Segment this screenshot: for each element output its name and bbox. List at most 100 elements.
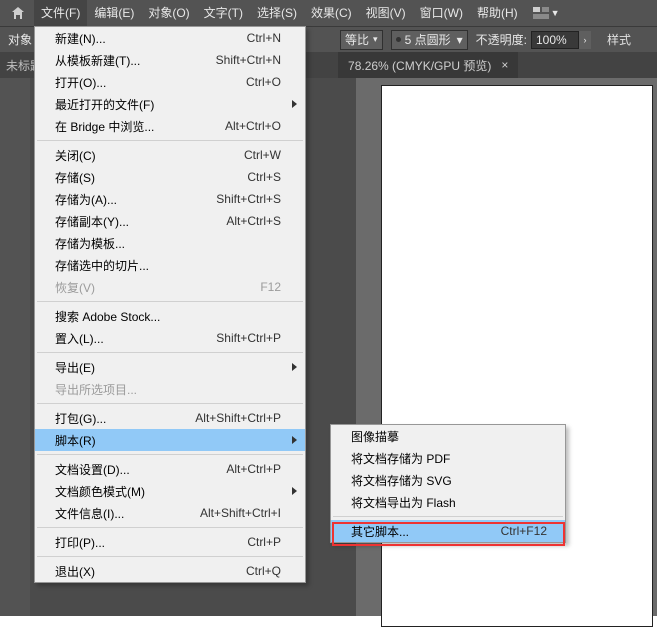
menu-item-shortcut: Alt+Ctrl+P [226, 462, 281, 476]
menu-item-label: 最近打开的文件(F) [55, 96, 281, 113]
menu-item-shortcut: Ctrl+W [244, 148, 281, 162]
menu-item-label: 恢复(V) [55, 279, 260, 296]
separator [333, 516, 563, 517]
menu-item-label: 打包(G)... [55, 410, 195, 427]
menu-item: 导出所选项目... [35, 378, 305, 400]
menu-effect[interactable]: 效果(C) [304, 0, 359, 26]
menu-edit[interactable]: 编辑(E) [87, 0, 141, 26]
separator [37, 140, 303, 141]
menu-item-shortcut: Ctrl+Q [246, 564, 281, 578]
submenu-item[interactable]: 将文档存储为 PDF [331, 447, 565, 469]
menu-item[interactable]: 存储(S)Ctrl+S [35, 166, 305, 188]
menu-item-label: 存储选中的切片... [55, 257, 281, 274]
menu-select[interactable]: 选择(S) [250, 0, 304, 26]
menu-item[interactable]: 文档颜色模式(M) [35, 480, 305, 502]
menu-help[interactable]: 帮助(H) [470, 0, 525, 26]
separator [37, 556, 303, 557]
menu-item[interactable]: 存储副本(Y)...Alt+Ctrl+S [35, 210, 305, 232]
submenu-item-label: 图像描摹 [351, 428, 547, 445]
menu-item[interactable]: 新建(N)...Ctrl+N [35, 27, 305, 49]
ratio-combo[interactable]: 等比▾ [340, 30, 383, 50]
separator [37, 403, 303, 404]
submenu-item-label: 其它脚本... [351, 523, 501, 540]
menubar: 文件(F) 编辑(E) 对象(O) 文字(T) 选择(S) 效果(C) 视图(V… [0, 0, 657, 26]
menu-item-label: 存储副本(Y)... [55, 213, 226, 230]
toolbar-object-label: 对象 [8, 31, 32, 48]
submenu-item[interactable]: 将文档存储为 SVG [331, 469, 565, 491]
doc-tab-label: 78.26% (CMYK/GPU 预览) [348, 57, 491, 74]
menu-item-label: 导出(E) [55, 359, 281, 376]
menu-item-label: 打开(O)... [55, 74, 246, 91]
menu-item[interactable]: 最近打开的文件(F) [35, 93, 305, 115]
menu-item[interactable]: 退出(X)Ctrl+Q [35, 560, 305, 582]
menu-item-label: 打印(P)... [55, 534, 247, 551]
menu-view[interactable]: 视图(V) [359, 0, 413, 26]
highlight-box-1 [0, 616, 292, 642]
menu-item[interactable]: 导出(E) [35, 356, 305, 378]
menu-item-shortcut: Alt+Ctrl+O [225, 119, 281, 133]
submenu-item[interactable]: 将文档导出为 Flash [331, 491, 565, 513]
menu-item-label: 关闭(C) [55, 147, 244, 164]
menu-item[interactable]: 打包(G)...Alt+Shift+Ctrl+P [35, 407, 305, 429]
menu-item[interactable]: 从模板新建(T)...Shift+Ctrl+N [35, 49, 305, 71]
opacity-input[interactable] [531, 31, 579, 49]
menu-item-shortcut: Ctrl+P [247, 535, 281, 549]
doc-tab[interactable]: 78.26% (CMYK/GPU 预览) × [338, 52, 518, 78]
menu-file[interactable]: 文件(F) [34, 0, 87, 26]
menu-item[interactable]: 打印(P)...Ctrl+P [35, 531, 305, 553]
menu-item[interactable]: 搜索 Adobe Stock... [35, 305, 305, 327]
menu-item-label: 存储为模板... [55, 235, 281, 252]
side-panel [0, 78, 30, 616]
menu-item[interactable]: 存储选中的切片... [35, 254, 305, 276]
home-icon[interactable] [8, 3, 28, 23]
submenu-item[interactable]: 图像描摹 [331, 425, 565, 447]
menu-item-label: 文档设置(D)... [55, 461, 226, 478]
close-icon[interactable]: × [501, 58, 508, 72]
submenu-item[interactable]: 其它脚本...Ctrl+F12 [331, 520, 565, 542]
menu-item-label: 搜索 Adobe Stock... [55, 308, 281, 325]
menu-item[interactable]: 在 Bridge 中浏览...Alt+Ctrl+O [35, 115, 305, 137]
menu-item[interactable]: 文档设置(D)...Alt+Ctrl+P [35, 458, 305, 480]
layout-icon[interactable]: ▼ [533, 7, 560, 19]
menu-item[interactable]: 存储为模板... [35, 232, 305, 254]
menu-item[interactable]: 关闭(C)Ctrl+W [35, 144, 305, 166]
submenu-item-label: 将文档导出为 Flash [351, 494, 547, 511]
menu-item-shortcut: Shift+Ctrl+S [216, 192, 281, 206]
artboard[interactable] [382, 86, 652, 626]
menu-item-label: 退出(X) [55, 563, 246, 580]
opacity-label: 不透明度: [476, 31, 527, 48]
menu-item-label: 存储(S) [55, 169, 247, 186]
submenu-item-label: 将文档存储为 PDF [351, 450, 547, 467]
separator [37, 301, 303, 302]
file-dropdown: 新建(N)...Ctrl+N从模板新建(T)...Shift+Ctrl+N打开(… [34, 26, 306, 583]
menu-item-shortcut: Ctrl+O [246, 75, 281, 89]
menu-item[interactable]: 置入(L)...Shift+Ctrl+P [35, 327, 305, 349]
menu-item-shortcut: Alt+Shift+Ctrl+P [195, 411, 281, 425]
script-submenu: 图像描摹将文档存储为 PDF 将文档存储为 SVG 将文档导出为 Flash 其它脚本… [330, 424, 566, 543]
menu-text[interactable]: 文字(T) [197, 0, 250, 26]
point-combo[interactable]: 5 点圆形 ▾ [391, 30, 468, 50]
menu-item[interactable]: 脚本(R) [35, 429, 305, 451]
menu-item[interactable]: 文件信息(I)...Alt+Shift+Ctrl+I [35, 502, 305, 524]
menu-item: 恢复(V)F12 [35, 276, 305, 298]
opacity-chevron[interactable]: › [579, 31, 591, 49]
menu-item-shortcut: Shift+Ctrl+N [216, 53, 281, 67]
menu-item-label: 存储为(A)... [55, 191, 216, 208]
menu-object[interactable]: 对象(O) [141, 0, 196, 26]
menu-item-label: 新建(N)... [55, 30, 247, 47]
menu-item[interactable]: 存储为(A)...Shift+Ctrl+S [35, 188, 305, 210]
menu-window[interactable]: 窗口(W) [413, 0, 470, 26]
menu-item-label: 导出所选项目... [55, 381, 281, 398]
menu-item-shortcut: Alt+Shift+Ctrl+I [200, 506, 281, 520]
menu-item-shortcut: Alt+Ctrl+S [226, 214, 281, 228]
menu-item-label: 文档颜色模式(M) [55, 483, 281, 500]
menu-item-label: 从模板新建(T)... [55, 52, 216, 69]
menu-item[interactable]: 打开(O)...Ctrl+O [35, 71, 305, 93]
menu-item-label: 脚本(R) [55, 432, 281, 449]
separator [37, 454, 303, 455]
style-label: 样式 [607, 31, 631, 48]
menu-item-shortcut: Ctrl+N [247, 31, 281, 45]
separator [37, 527, 303, 528]
menu-item-shortcut: Shift+Ctrl+P [216, 331, 281, 345]
menu-item-label: 在 Bridge 中浏览... [55, 118, 225, 135]
